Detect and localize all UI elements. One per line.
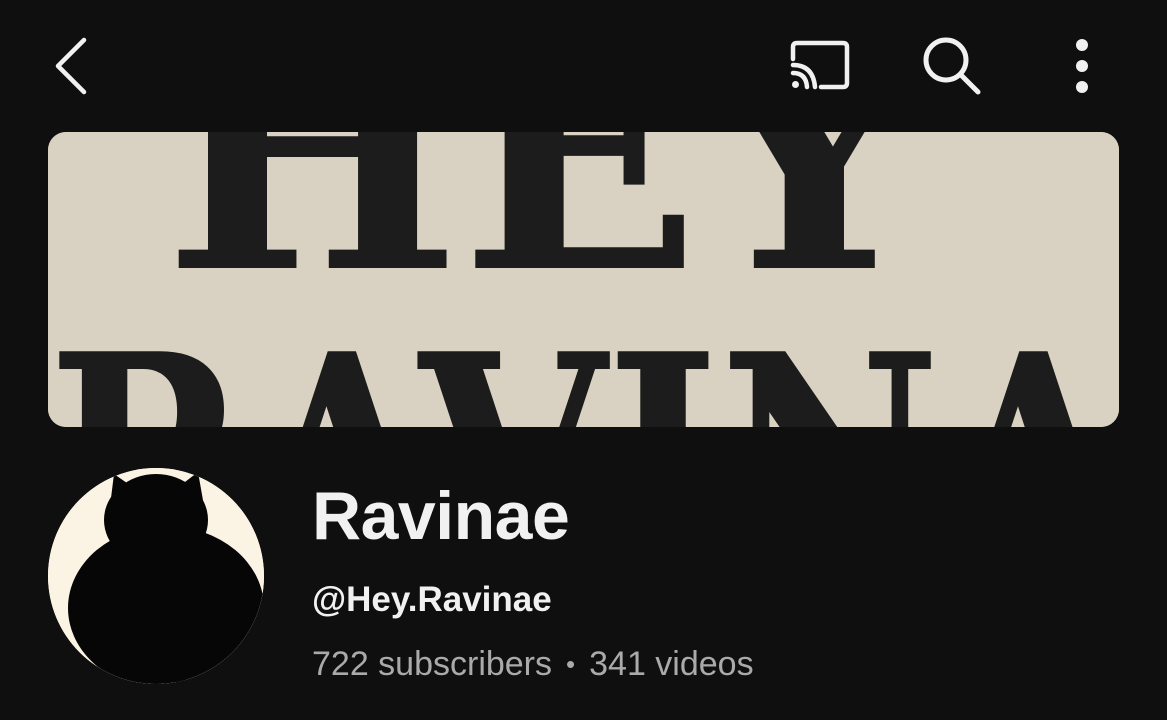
video-count: 341 videos [589,645,754,683]
back-button[interactable] [40,26,104,106]
channel-screen: HEY RAVINA Ravinae @Hey.Ravinae 722 subs… [0,0,1167,720]
channel-avatar[interactable] [48,468,264,684]
channel-banner[interactable]: HEY RAVINA [48,132,1119,427]
channel-stats: 722 subscribers • 341 videos [312,642,754,686]
top-app-bar [0,0,1167,132]
subscriber-count: 722 subscribers [312,645,553,683]
search-icon [923,37,981,95]
cast-button[interactable] [778,28,862,104]
channel-name: Ravinae [312,478,570,554]
channel-handle: @Hey.Ravinae [312,580,552,619]
cat-silhouette-icon [48,468,264,684]
banner-artwork: HEY RAVINA [48,132,1119,427]
cast-icon [790,40,850,90]
chevron-left-icon [55,37,87,95]
banner-line2: RAVINA [48,288,1119,427]
search-button[interactable] [910,26,994,106]
more-vertical-icon [1076,39,1088,93]
more-options-button[interactable] [1052,26,1112,106]
stats-separator: • [566,649,576,679]
